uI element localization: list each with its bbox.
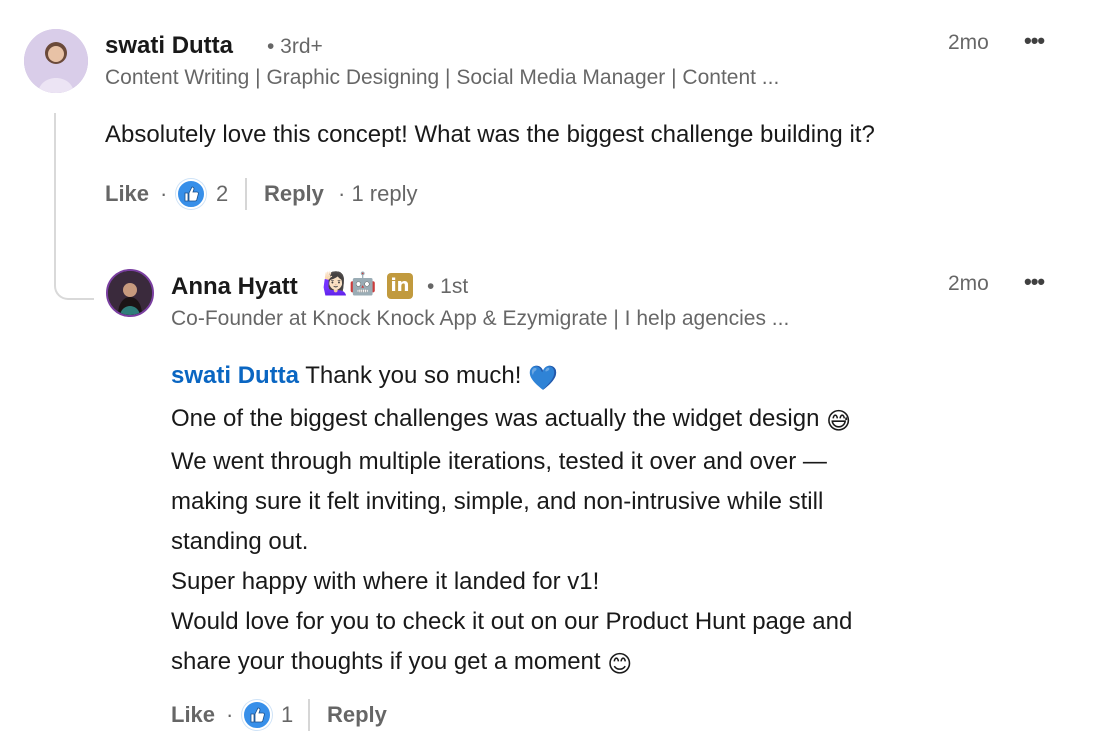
reply-line-7: Would love for you to check it out on ou… <box>171 608 853 635</box>
separator-dot: · <box>226 702 234 727</box>
replies-count[interactable]: · 1 reply <box>338 181 417 207</box>
reply-line-2: One of the biggest challenges was actual… <box>171 399 852 442</box>
avatar[interactable] <box>24 29 88 93</box>
more-options-icon[interactable]: ••• <box>1024 28 1045 54</box>
author-emoji-badges: 🙋🏻‍♀️🤖 <box>322 272 377 297</box>
separator-dot: · <box>160 181 168 206</box>
smile-icon: 😊 <box>607 651 633 678</box>
like-button[interactable]: Like <box>171 702 215 728</box>
reply-text: swati Dutta Thank you so much! 💙 One of … <box>171 356 852 685</box>
reply-timestamp: 2mo <box>948 272 989 295</box>
like-button[interactable]: Like <box>105 181 149 207</box>
more-options-icon[interactable]: ••• <box>1024 269 1045 295</box>
linkedin-premium-icon: in <box>387 273 413 299</box>
reply-button[interactable]: Reply <box>264 181 324 207</box>
comment-text: Absolutely love this concept! What was t… <box>105 121 875 148</box>
reaction-count[interactable]: 1 <box>281 702 293 728</box>
reply-line-4: making sure it felt inviting, simple, an… <box>171 488 824 515</box>
reply-line-5: standing out. <box>171 528 309 555</box>
blue-heart-icon: 💙 <box>528 365 558 392</box>
reply-line-6: Super happy with where it landed for v1! <box>171 568 600 595</box>
mention-link[interactable]: swati Dutta <box>171 362 299 389</box>
author-headline: Content Writing | Graphic Designing | So… <box>105 66 780 89</box>
reply-line-3: We went through multiple iterations, tes… <box>171 448 827 475</box>
like-reaction-icon[interactable] <box>176 179 206 209</box>
action-divider <box>308 699 310 731</box>
author-headline: Co-Founder at Knock Knock App & Ezymigra… <box>171 307 790 330</box>
thread-connector <box>54 113 94 300</box>
like-reaction-icon[interactable] <box>242 700 272 730</box>
comment-timestamp: 2mo <box>948 31 989 54</box>
sweat-smile-icon: 😅 <box>826 408 852 435</box>
connection-degree: • 1st <box>427 275 469 298</box>
reply-button[interactable]: Reply <box>327 702 387 728</box>
reply-line-1: swati Dutta Thank you so much! 💙 <box>171 356 852 399</box>
reply-author-name[interactable]: Anna Hyatt <box>171 273 298 301</box>
reaction-count[interactable]: 2 <box>216 181 228 207</box>
comment-author-name[interactable]: swati Dutta <box>105 32 233 60</box>
connection-degree: • 3rd+ <box>267 35 323 58</box>
avatar[interactable] <box>106 269 154 317</box>
action-divider <box>245 178 247 210</box>
reply-line-8: share your thoughts if you get a moment … <box>171 642 852 685</box>
